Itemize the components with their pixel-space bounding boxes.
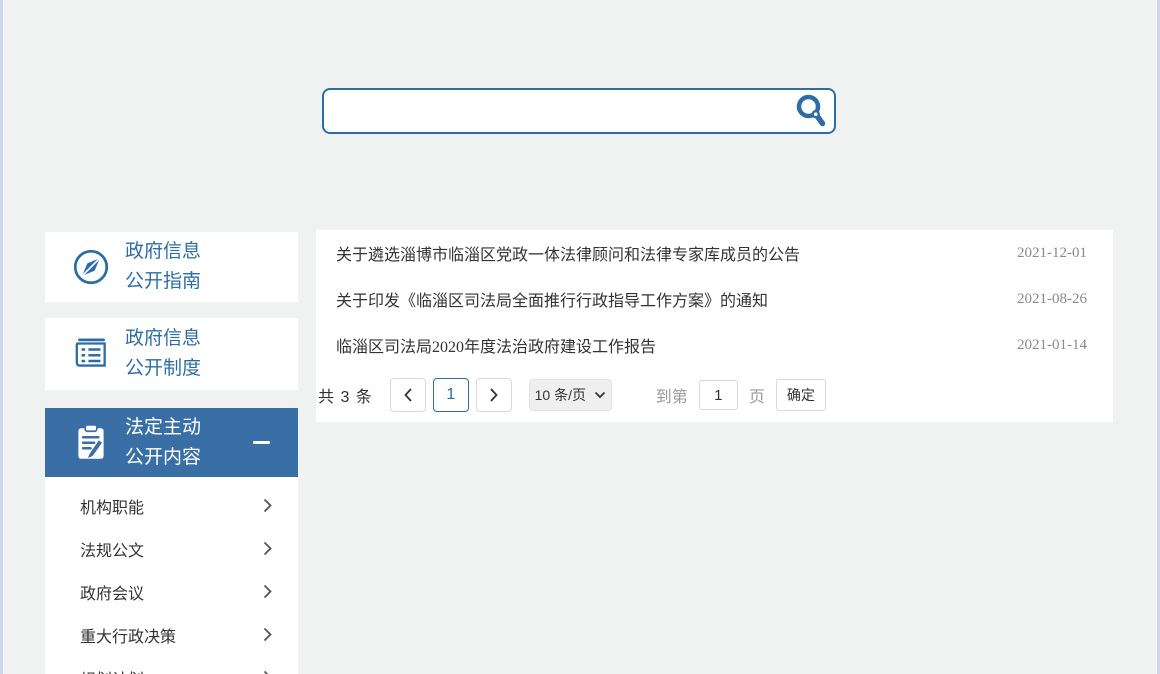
clipboard-pencil-icon	[69, 422, 113, 464]
chevron-right-icon	[263, 584, 272, 599]
sidebar-subitem-major-decisions[interactable]: 重大行政决策	[45, 613, 298, 656]
article-date: 2021-08-26	[1017, 290, 1087, 307]
confirm-button[interactable]: 确定	[775, 379, 826, 411]
chevron-right-icon	[263, 670, 272, 674]
document-list-icon	[69, 333, 113, 375]
search-button[interactable]	[788, 90, 834, 132]
chevron-down-icon	[594, 391, 606, 399]
search-icon	[794, 93, 828, 130]
article-row[interactable]: 临淄区司法局2020年度法治政府建设工作报告 2021-01-14	[316, 322, 1113, 368]
page-edge-left	[0, 0, 3, 674]
article-title[interactable]: 临淄区司法局2020年度法治政府建设工作报告	[336, 333, 656, 357]
total-count: 共 3 条	[318, 389, 373, 406]
page-number-button[interactable]: 1	[432, 378, 469, 412]
sidebar-item-label: 法定主动 公开内容	[125, 416, 202, 468]
sidebar-item-label: 政府信息 公开指南	[125, 241, 202, 292]
search-bar	[322, 88, 836, 134]
search-input[interactable]	[324, 90, 788, 132]
sidebar-subitem-regulations[interactable]: 法规公文	[45, 527, 298, 570]
page-size-select[interactable]: 10 条/页	[528, 379, 612, 411]
compass-icon	[69, 246, 113, 288]
article-row[interactable]: 关于印发《临淄区司法局全面推行行政指导工作方案》的通知 2021-08-26	[316, 276, 1113, 322]
chevron-right-icon	[263, 498, 272, 513]
goto-label-suffix: 页	[748, 389, 765, 406]
sidebar-subitem-plans[interactable]: 规划计划	[45, 656, 298, 674]
article-title[interactable]: 关于印发《临淄区司法局全面推行行政指导工作方案》的通知	[336, 287, 768, 311]
chevron-right-icon	[263, 541, 272, 556]
sidebar-subitem-gov-meetings[interactable]: 政府会议	[45, 570, 298, 613]
sidebar-item-guide[interactable]: 政府信息 公开指南	[45, 232, 298, 302]
article-date: 2021-12-01	[1017, 244, 1087, 261]
pagination-bar: 共 3 条 1 10 条/页 到第 页 确定	[316, 368, 1113, 422]
article-title[interactable]: 关于遴选淄博市临淄区党政一体法律顾问和法律专家库成员的公告	[336, 241, 800, 265]
sidebar-item-system[interactable]: 政府信息 公开制度	[45, 318, 298, 390]
article-row[interactable]: 关于遴选淄博市临淄区党政一体法律顾问和法律专家库成员的公告 2021-12-01	[316, 230, 1113, 276]
sidebar-item-label: 政府信息 公开制度	[125, 328, 202, 379]
sidebar-item-legal-content[interactable]: 法定主动 公开内容	[45, 408, 298, 477]
article-date: 2021-01-14	[1017, 336, 1087, 353]
sidebar-subitem-org-functions[interactable]: 机构职能	[45, 484, 298, 527]
next-page-button[interactable]	[475, 378, 512, 412]
prev-page-button[interactable]	[389, 378, 426, 412]
minus-icon	[253, 441, 270, 444]
goto-label-prefix: 到第	[655, 389, 688, 406]
goto-page-input[interactable]	[698, 380, 738, 410]
sidebar-submenu: 机构职能 法规公文 政府会议 重大行政决策 规划计划	[45, 477, 298, 674]
article-list-panel: 关于遴选淄博市临淄区党政一体法律顾问和法律专家库成员的公告 2021-12-01…	[316, 230, 1113, 422]
chevron-right-icon	[263, 627, 272, 642]
